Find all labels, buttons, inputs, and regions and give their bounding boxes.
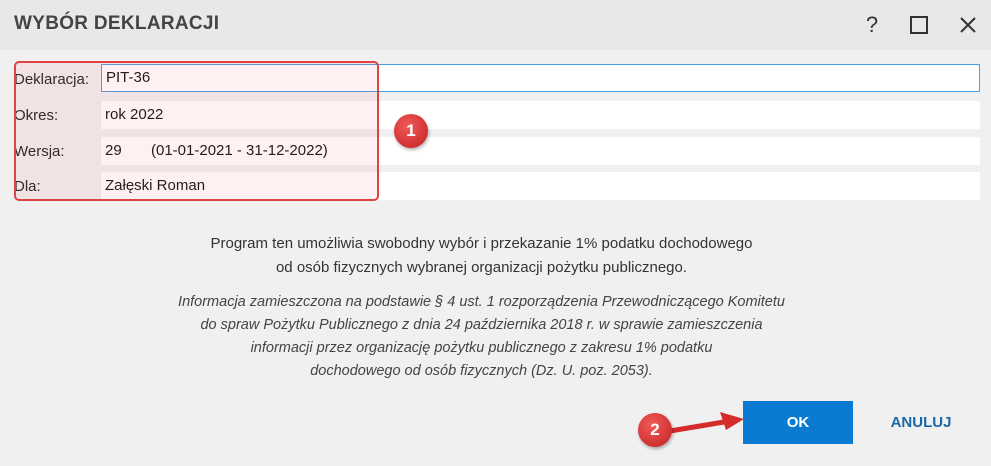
cancel-button[interactable]: ANULUJ bbox=[876, 401, 966, 444]
period-label: Okres: bbox=[14, 107, 59, 124]
title-bar: WYBÓR DEKLARACJI ? bbox=[0, 0, 991, 50]
question-mark-icon: ? bbox=[865, 12, 879, 37]
legal-line-1: Informacja zamieszczona na podstawie § 4… bbox=[178, 294, 785, 310]
annotation-arrow-icon bbox=[661, 412, 744, 435]
declaration-field[interactable]: PIT-36 bbox=[101, 64, 980, 92]
declaration-value: PIT-36 bbox=[106, 69, 151, 86]
help-button[interactable]: ? bbox=[857, 10, 887, 40]
legal-line-4: dochodowego od osób fizycznych (Dz. U. p… bbox=[310, 363, 653, 379]
maximize-icon bbox=[910, 16, 928, 34]
version-range: (01-01-2021 - 31-12-2022) bbox=[151, 142, 328, 159]
annotation-badge-1: 1 bbox=[394, 114, 428, 148]
legal-line-2: do spraw Pożytku Publicznego z dnia 24 p… bbox=[200, 317, 763, 333]
close-icon bbox=[960, 17, 976, 33]
for-field[interactable]: Załęski Roman bbox=[101, 172, 980, 200]
annotation-badge-2: 2 bbox=[638, 413, 672, 447]
version-label: Wersja: bbox=[14, 143, 65, 160]
legal-line-3: informacji przez organizację pożytku pub… bbox=[250, 340, 713, 356]
info-line-1: Program ten umożliwia swobodny wybór i p… bbox=[210, 235, 753, 252]
legal-note: Informacja zamieszczona na podstawie § 4… bbox=[0, 291, 977, 383]
version-number: 29 bbox=[105, 142, 122, 159]
info-line-2: od osób fizycznych wybranej organizacji … bbox=[275, 259, 688, 276]
info-text: Program ten umożliwia swobodny wybór i p… bbox=[0, 232, 977, 280]
ok-button[interactable]: OK bbox=[743, 401, 853, 444]
for-label: Dla: bbox=[14, 178, 41, 195]
maximize-button[interactable] bbox=[904, 10, 934, 40]
declaration-label: Deklaracja: bbox=[14, 71, 90, 88]
dialog-title: WYBÓR DEKLARACJI bbox=[14, 13, 220, 34]
period-value: rok 2022 bbox=[105, 106, 164, 123]
period-field[interactable]: rok 2022 bbox=[101, 101, 980, 129]
for-value: Załęski Roman bbox=[105, 177, 206, 194]
version-field[interactable]: 29 (01-01-2021 - 31-12-2022) bbox=[101, 137, 980, 165]
close-button[interactable] bbox=[953, 10, 983, 40]
